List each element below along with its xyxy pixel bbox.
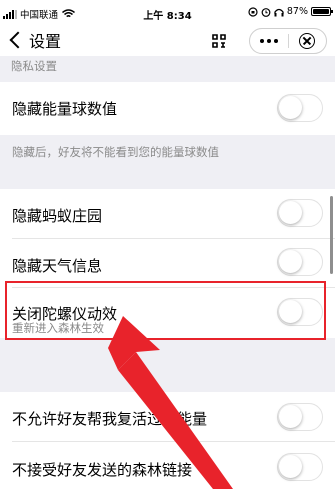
arrow-annotation-icon bbox=[108, 316, 233, 489]
